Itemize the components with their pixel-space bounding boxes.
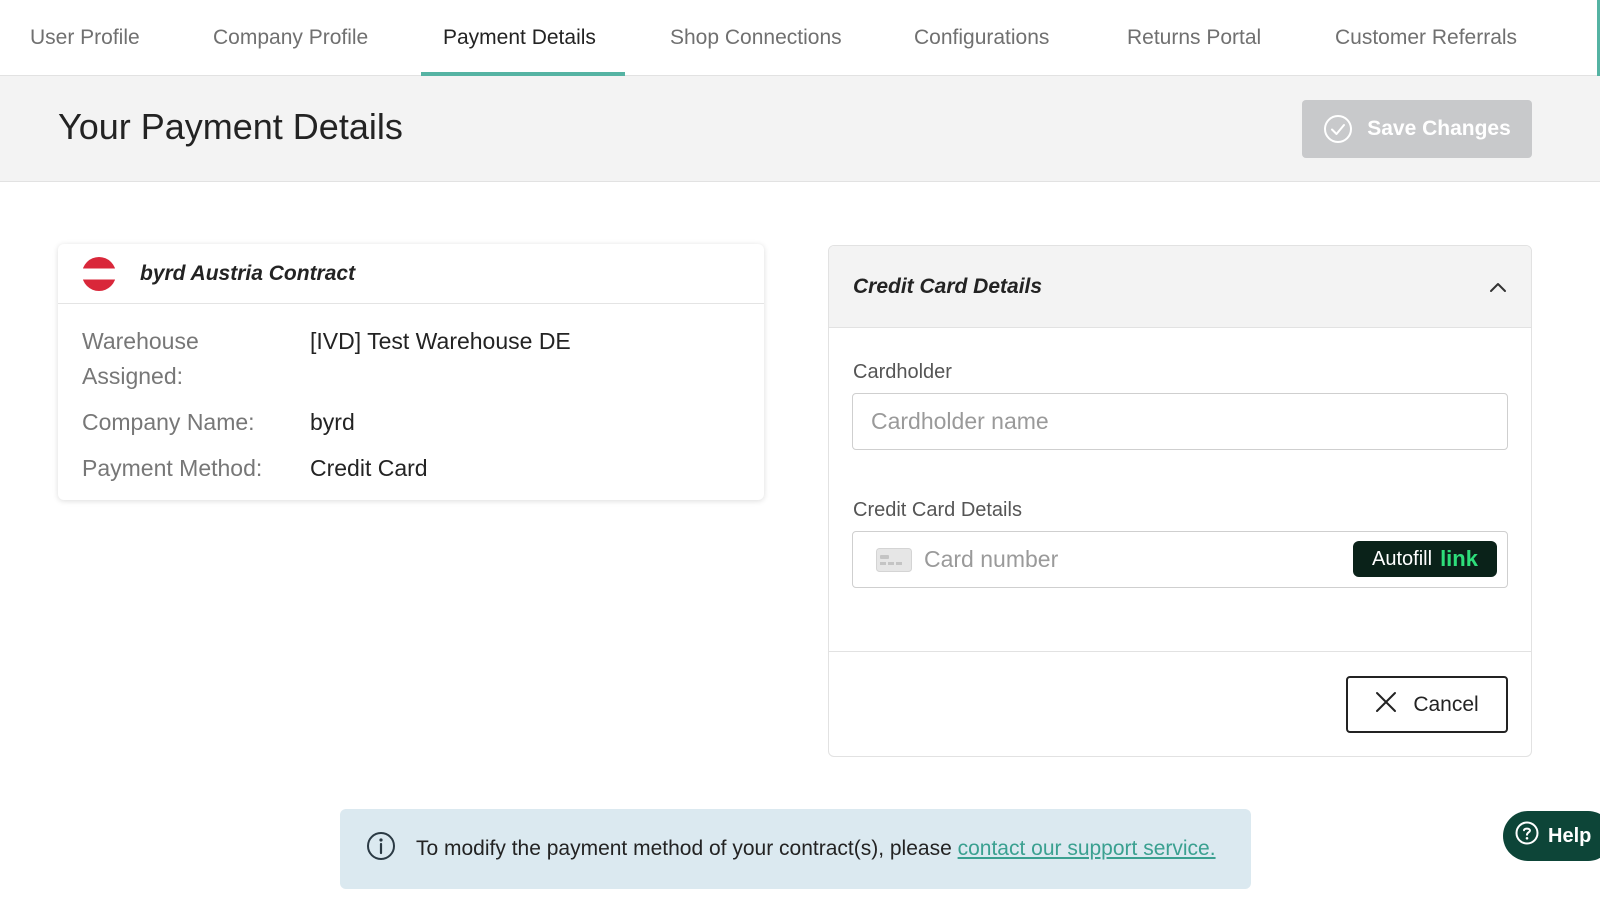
contract-details: Warehouse Assigned: [IVD] Test Warehouse… — [58, 304, 764, 486]
contract-title: byrd Austria Contract — [140, 261, 356, 285]
credit-card-panel: Credit Card Details Cardholder Credit Ca… — [828, 245, 1532, 757]
payment-method-value: Credit Card — [310, 455, 428, 481]
page-title: Your Payment Details — [58, 106, 403, 147]
info-message: To modify the payment method of your con… — [416, 837, 1216, 861]
tab-user-profile[interactable]: User Profile — [8, 0, 162, 76]
warehouse-value: [IVD] Test Warehouse DE — [310, 328, 571, 354]
tab-bar: User Profile Company Profile Payment Det… — [0, 0, 1600, 76]
company-name-value: byrd — [310, 409, 355, 435]
autofill-label: Autofill — [1372, 547, 1433, 570]
austria-flag-icon — [82, 256, 116, 291]
tab-company-profile[interactable]: Company Profile — [191, 0, 390, 76]
tab-returns-portal[interactable]: Returns Portal — [1105, 0, 1283, 76]
support-link[interactable]: contact our support service. — [958, 837, 1216, 860]
info-icon — [366, 831, 396, 867]
card-number-field-wrapper: Autofill link — [852, 531, 1508, 588]
autofill-link-button[interactable]: Autofill link — [1353, 541, 1497, 577]
company-name-label: Company Name: — [82, 409, 255, 435]
cancel-button[interactable]: Cancel — [1346, 676, 1508, 733]
tab-payment-details[interactable]: Payment Details — [421, 0, 625, 76]
close-icon — [1375, 691, 1397, 719]
credit-card-panel-title: Credit Card Details — [853, 274, 1043, 298]
cardholder-label: Cardholder — [853, 361, 952, 383]
question-circle-icon — [1515, 821, 1539, 851]
card-details-label: Credit Card Details — [853, 499, 1022, 521]
credit-card-panel-header[interactable]: Credit Card Details — [829, 246, 1531, 328]
help-label: Help — [1548, 824, 1592, 847]
payment-method-label: Payment Method: — [82, 455, 263, 481]
warehouse-label: Warehouse Assigned: — [82, 328, 199, 389]
tab-customer-referrals[interactable]: Customer Referrals — [1313, 0, 1539, 76]
chevron-up-icon[interactable] — [1489, 281, 1507, 293]
settings-page: User Profile Company Profile Payment Det… — [0, 0, 1600, 901]
contract-card: byrd Austria Contract Warehouse Assigned… — [58, 244, 764, 500]
save-changes-label: Save Changes — [1367, 117, 1511, 140]
contract-row-company: Company Name: byrd — [82, 405, 740, 440]
tab-shop-connections[interactable]: Shop Connections — [648, 0, 864, 76]
link-logo: link — [1440, 546, 1478, 571]
panel-divider — [829, 651, 1531, 652]
info-text: To modify the payment method of your con… — [416, 837, 958, 860]
contract-card-header: byrd Austria Contract — [58, 244, 764, 304]
tab-configurations[interactable]: Configurations — [892, 0, 1071, 76]
save-changes-button[interactable]: Save Changes — [1302, 100, 1532, 158]
cardholder-field-wrapper — [852, 393, 1508, 450]
contract-row-warehouse: Warehouse Assigned: [IVD] Test Warehouse… — [82, 324, 740, 394]
info-banner: To modify the payment method of your con… — [340, 809, 1251, 889]
help-button[interactable]: Help — [1503, 811, 1600, 861]
page-header: Your Payment Details Save Changes — [0, 76, 1600, 182]
credit-card-icon — [876, 547, 912, 572]
contract-row-payment-method: Payment Method: Credit Card — [82, 451, 740, 486]
check-circle-icon — [1323, 114, 1353, 144]
cardholder-input[interactable] — [853, 408, 1507, 435]
cancel-label: Cancel — [1413, 692, 1479, 716]
